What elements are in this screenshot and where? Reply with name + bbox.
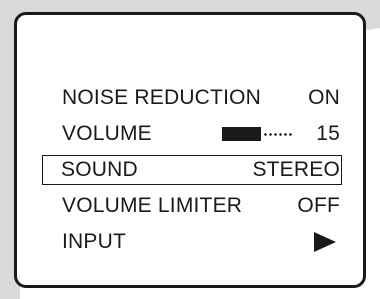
volume-level-remaining	[263, 132, 295, 136]
tv-screen: NOISE REDUCTION ON VOLUME 15 SOUND STERE…	[0, 0, 380, 299]
volume-limiter-value: OFF	[297, 194, 340, 217]
sound-value: STEREO	[252, 158, 340, 181]
volume-value: 15	[316, 122, 340, 145]
menu-item-input[interactable]: INPUT	[42, 224, 342, 260]
menu-item-noise-reduction[interactable]: NOISE REDUCTION ON	[42, 80, 342, 116]
volume-level-fill	[222, 127, 262, 141]
sound-label: SOUND	[61, 158, 138, 181]
volume-control: 15	[222, 122, 340, 146]
menu-item-volume[interactable]: VOLUME 15	[42, 116, 342, 152]
menu-item-volume-limiter[interactable]: VOLUME LIMITER OFF	[42, 188, 342, 224]
volume-label: VOLUME	[62, 122, 152, 145]
volume-limiter-label: VOLUME LIMITER	[62, 194, 243, 217]
menu-item-sound[interactable]: SOUND STEREO	[42, 155, 342, 185]
osd-menu: NOISE REDUCTION ON VOLUME 15 SOUND STERE…	[42, 80, 342, 260]
input-label: INPUT	[62, 230, 126, 253]
play-right-arrow-icon	[314, 232, 336, 252]
volume-level-bar[interactable]	[222, 127, 295, 141]
noise-reduction-label: NOISE REDUCTION	[62, 86, 262, 109]
noise-reduction-value: ON	[308, 86, 340, 109]
